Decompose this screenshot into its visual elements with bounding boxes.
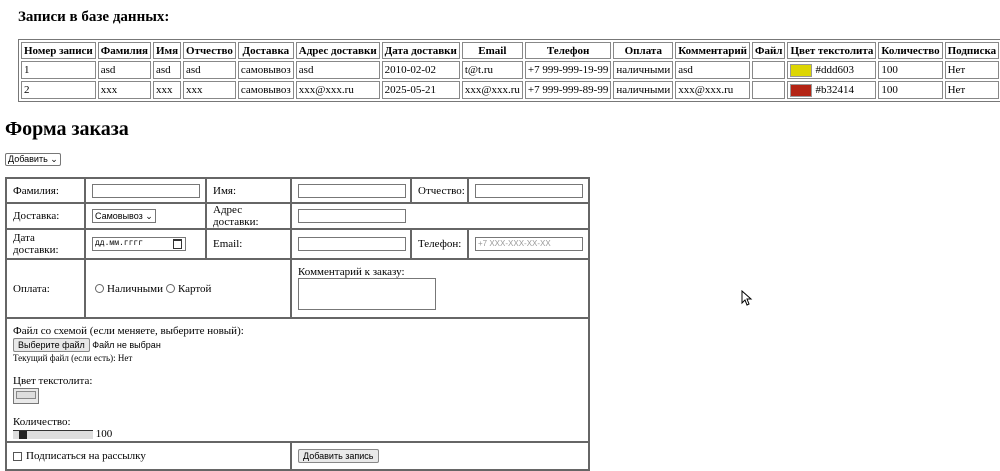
payment-card-radio[interactable] bbox=[165, 284, 175, 294]
cell-payment: наличными bbox=[613, 61, 674, 79]
address-label: Адрес доставки: bbox=[205, 202, 292, 230]
cell-address: asd bbox=[295, 61, 380, 79]
column-header: Количество bbox=[878, 42, 943, 59]
cell-qty: 100 bbox=[878, 81, 943, 99]
cell-middle: xxx bbox=[183, 81, 236, 99]
cell-id: 2 bbox=[21, 81, 96, 99]
order-form: Фамилия: Имя: Отчество: Доставка: Самовы… bbox=[5, 177, 590, 471]
payment-cash-radio[interactable] bbox=[95, 284, 104, 294]
table-row: 2 xxx xxx xxx самовывоз xxx@xxx.ru 2025-05-21 x… bbox=[21, 81, 1000, 99]
cell-delivery: самовывоз bbox=[237, 61, 294, 79]
color-swatch bbox=[790, 63, 813, 77]
cell-qty: 100 bbox=[878, 61, 943, 79]
cell-comment: xxx@xxx.ru bbox=[675, 81, 751, 99]
first-name-label: Имя: bbox=[205, 177, 292, 204]
cell-email: t@t.ru bbox=[461, 61, 523, 79]
comment-label: Комментарий к заказу: bbox=[298, 266, 405, 278]
submit-button[interactable]: Добавить запись bbox=[298, 449, 379, 463]
form-title: Форма заказа bbox=[5, 118, 129, 140]
slider-thumb[interactable] bbox=[19, 430, 27, 439]
column-header: Доставка bbox=[237, 42, 294, 59]
date-label: Дата доставки: bbox=[5, 228, 86, 260]
cell-address: xxx@xxx.ru bbox=[295, 81, 380, 99]
mode-select[interactable]: Добавить ⌄ bbox=[5, 153, 61, 166]
calendar-icon[interactable] bbox=[173, 239, 182, 249]
column-header: Дата доставки bbox=[381, 42, 460, 59]
payment-label: Оплата: bbox=[5, 258, 86, 319]
table-row: 1 asd asd asd самовывоз asd 2010-02-02 t@t.ru +7… bbox=[21, 61, 1000, 79]
last-name-label: Фамилия: bbox=[5, 177, 86, 204]
middle-name-label: Отчество: bbox=[410, 177, 469, 204]
cell-date: 2010-02-02 bbox=[381, 61, 460, 79]
color-label: Цвет текстолита: bbox=[13, 375, 93, 387]
column-header: Фамилия bbox=[97, 42, 152, 59]
column-header: Email bbox=[461, 42, 523, 59]
file-label: Файл со схемой (если меняете, выберите н… bbox=[13, 325, 244, 337]
cell-sub: Нет bbox=[944, 61, 1000, 79]
header-row: Номер записи Фамилия Имя Отчество Доставка Ад… bbox=[21, 42, 1000, 59]
date-input[interactable]: дд.мм.гггг bbox=[92, 237, 186, 251]
column-header: Оплата bbox=[613, 42, 674, 59]
cell-email: xxx@xxx.ru bbox=[461, 81, 523, 99]
email-input[interactable] bbox=[298, 237, 406, 251]
cell-file bbox=[752, 61, 786, 79]
last-name-input[interactable] bbox=[92, 183, 200, 198]
column-header: Подписка bbox=[944, 42, 1000, 59]
cell-color: #ddd603 bbox=[787, 61, 877, 79]
address-input[interactable] bbox=[298, 209, 406, 223]
color-picker[interactable] bbox=[13, 388, 39, 404]
cell-sub: Нет bbox=[944, 81, 1000, 99]
cell-comment: asd bbox=[675, 61, 751, 79]
middle-name-input[interactable] bbox=[475, 183, 583, 198]
column-header: Комментарий bbox=[675, 42, 751, 59]
column-header: Телефон bbox=[524, 42, 612, 59]
delivery-label: Доставка: bbox=[5, 202, 86, 230]
cell-last: xxx bbox=[97, 81, 152, 99]
column-header: Номер записи bbox=[21, 42, 96, 59]
quantity-value: 100 bbox=[95, 428, 113, 440]
first-name-input[interactable] bbox=[298, 183, 406, 198]
mouse-cursor-icon bbox=[741, 290, 753, 306]
column-header: Цвет текстолита bbox=[787, 42, 877, 59]
records-title: Записи в базе данных: bbox=[18, 9, 170, 25]
chevron-down-icon: ⌄ bbox=[50, 154, 58, 164]
cell-first: xxx bbox=[153, 81, 182, 99]
color-swatch bbox=[790, 83, 813, 97]
quantity-label: Количество: bbox=[13, 416, 71, 428]
column-header: Отчество bbox=[183, 42, 236, 59]
quantity-slider[interactable] bbox=[13, 429, 93, 439]
current-file: Текущий файл (если есть): Нет bbox=[13, 353, 133, 363]
subscribe-checkbox[interactable] bbox=[13, 451, 22, 461]
phone-label: Телефон: bbox=[410, 228, 469, 260]
email-label: Email: bbox=[205, 228, 292, 260]
cell-phone: +7 999-999-19-99 bbox=[524, 61, 612, 79]
cell-date: 2025-05-21 bbox=[381, 81, 460, 99]
cell-first: asd bbox=[153, 61, 182, 79]
file-status: Файл не выбран bbox=[92, 340, 161, 350]
cell-id: 1 bbox=[21, 61, 96, 79]
cell-delivery: самовывоз bbox=[237, 81, 294, 99]
cell-phone: +7 999-999-89-99 bbox=[524, 81, 612, 99]
cell-file bbox=[752, 81, 786, 99]
phone-input[interactable]: +7 XXX-XXX-XX-XX bbox=[475, 237, 583, 251]
cell-color: #b32414 bbox=[787, 81, 877, 99]
cell-payment: наличными bbox=[613, 81, 674, 99]
column-header: Файл bbox=[752, 42, 786, 59]
column-header: Имя bbox=[153, 42, 182, 59]
column-header: Адрес доставки bbox=[295, 42, 380, 59]
delivery-select[interactable]: Самовывоз ⌄ bbox=[92, 209, 156, 223]
comment-textarea[interactable] bbox=[298, 278, 436, 310]
file-choose-button[interactable]: Выберите файл bbox=[13, 338, 90, 352]
chevron-down-icon: ⌄ bbox=[145, 211, 153, 221]
cell-middle: asd bbox=[183, 61, 236, 79]
records-table: Номер записи Фамилия Имя Отчество Доставка Ад… bbox=[18, 39, 1000, 102]
cell-last: asd bbox=[97, 61, 152, 79]
